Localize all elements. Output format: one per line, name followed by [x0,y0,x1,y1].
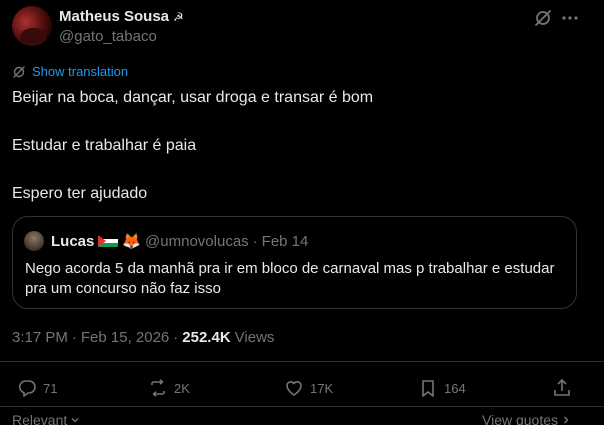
divider [0,406,604,407]
show-translation-link[interactable]: Show translation [12,64,128,79]
quoted-tweet-header: Lucas 🦊 @umnovolucas · Feb 14 [51,232,309,251]
separator-dot: · [71,329,77,346]
translate-icon [13,65,25,78]
relevant-label: Relevant [12,412,68,425]
more-icon[interactable] [560,8,580,28]
quoted-tweet[interactable]: Lucas 🦊 @umnovolucas · Feb 14 Nego acord… [12,216,577,309]
palestine-flag-emoji [98,235,119,247]
grok-icon[interactable] [533,8,553,28]
author-avatar[interactable] [12,6,52,46]
tweet-date[interactable]: Feb 15, 2026 [81,329,169,346]
like-button[interactable]: 17K [284,378,333,398]
quoted-author-name: Lucas [51,232,95,250]
chevron-right-icon [564,416,569,424]
action-bar: 71 2K 17K 164 [0,372,604,406]
divider [0,361,604,362]
tweet-line: Beijar na boca, dançar, usar droga e tra… [12,89,374,106]
tweet-time[interactable]: 3:17 PM [12,329,68,346]
repost-icon [151,379,165,397]
quoted-author-handle: @umnovolucas [145,232,249,250]
bookmark-icon [422,380,434,397]
repost-button[interactable]: 2K [148,378,190,398]
reply-icon [18,380,36,397]
separator-dot: · [252,232,258,250]
share-button[interactable] [552,378,572,398]
view-quotes-link[interactable]: View quotes [482,412,571,425]
relevant-sort-dropdown[interactable]: Relevant [12,412,80,425]
author-display-name[interactable]: Matheus Sousa [59,8,169,25]
author-name-row[interactable]: Matheus Sousa ☭ [59,8,184,25]
share-icon [554,379,570,396]
chevron-down-icon [71,418,79,423]
separator-dot: · [173,329,179,346]
quoted-author-avatar [24,231,44,251]
views-count: 252.4K [182,329,231,346]
translation-label[interactable]: Show translation [32,64,128,79]
reply-button[interactable]: 71 [17,378,57,398]
heart-icon [286,381,302,396]
tweet-meta: 3:17 PM · Feb 15, 2026 · 252.4K Views [12,329,274,346]
tweet-text: Beijar na boca, dançar, usar droga e tra… [12,86,582,206]
tweet-line: Espero ter ajudado [12,185,148,202]
bookmark-count: 164 [444,380,466,396]
author-handle[interactable]: @gato_tabaco [59,28,157,45]
quoted-tweet-text: Nego acorda 5 da manhã pra ir em bloco d… [25,260,555,297]
views-label: Views [234,329,275,346]
view-quotes-label: View quotes [482,412,559,425]
bookmark-button[interactable]: 164 [418,378,466,398]
tweet-line: Estudar e trabalhar é paia [12,137,197,154]
quoted-tweet-date: Feb 14 [261,232,309,250]
hammer-sickle-emoji: ☭ [173,9,184,24]
fox-emoji: 🦊 [122,233,142,250]
like-count: 17K [310,380,334,396]
repost-count: 2K [174,380,190,396]
reply-count: 71 [43,380,58,396]
tweet-header: Matheus Sousa ☭ @gato_tabaco [12,6,592,48]
